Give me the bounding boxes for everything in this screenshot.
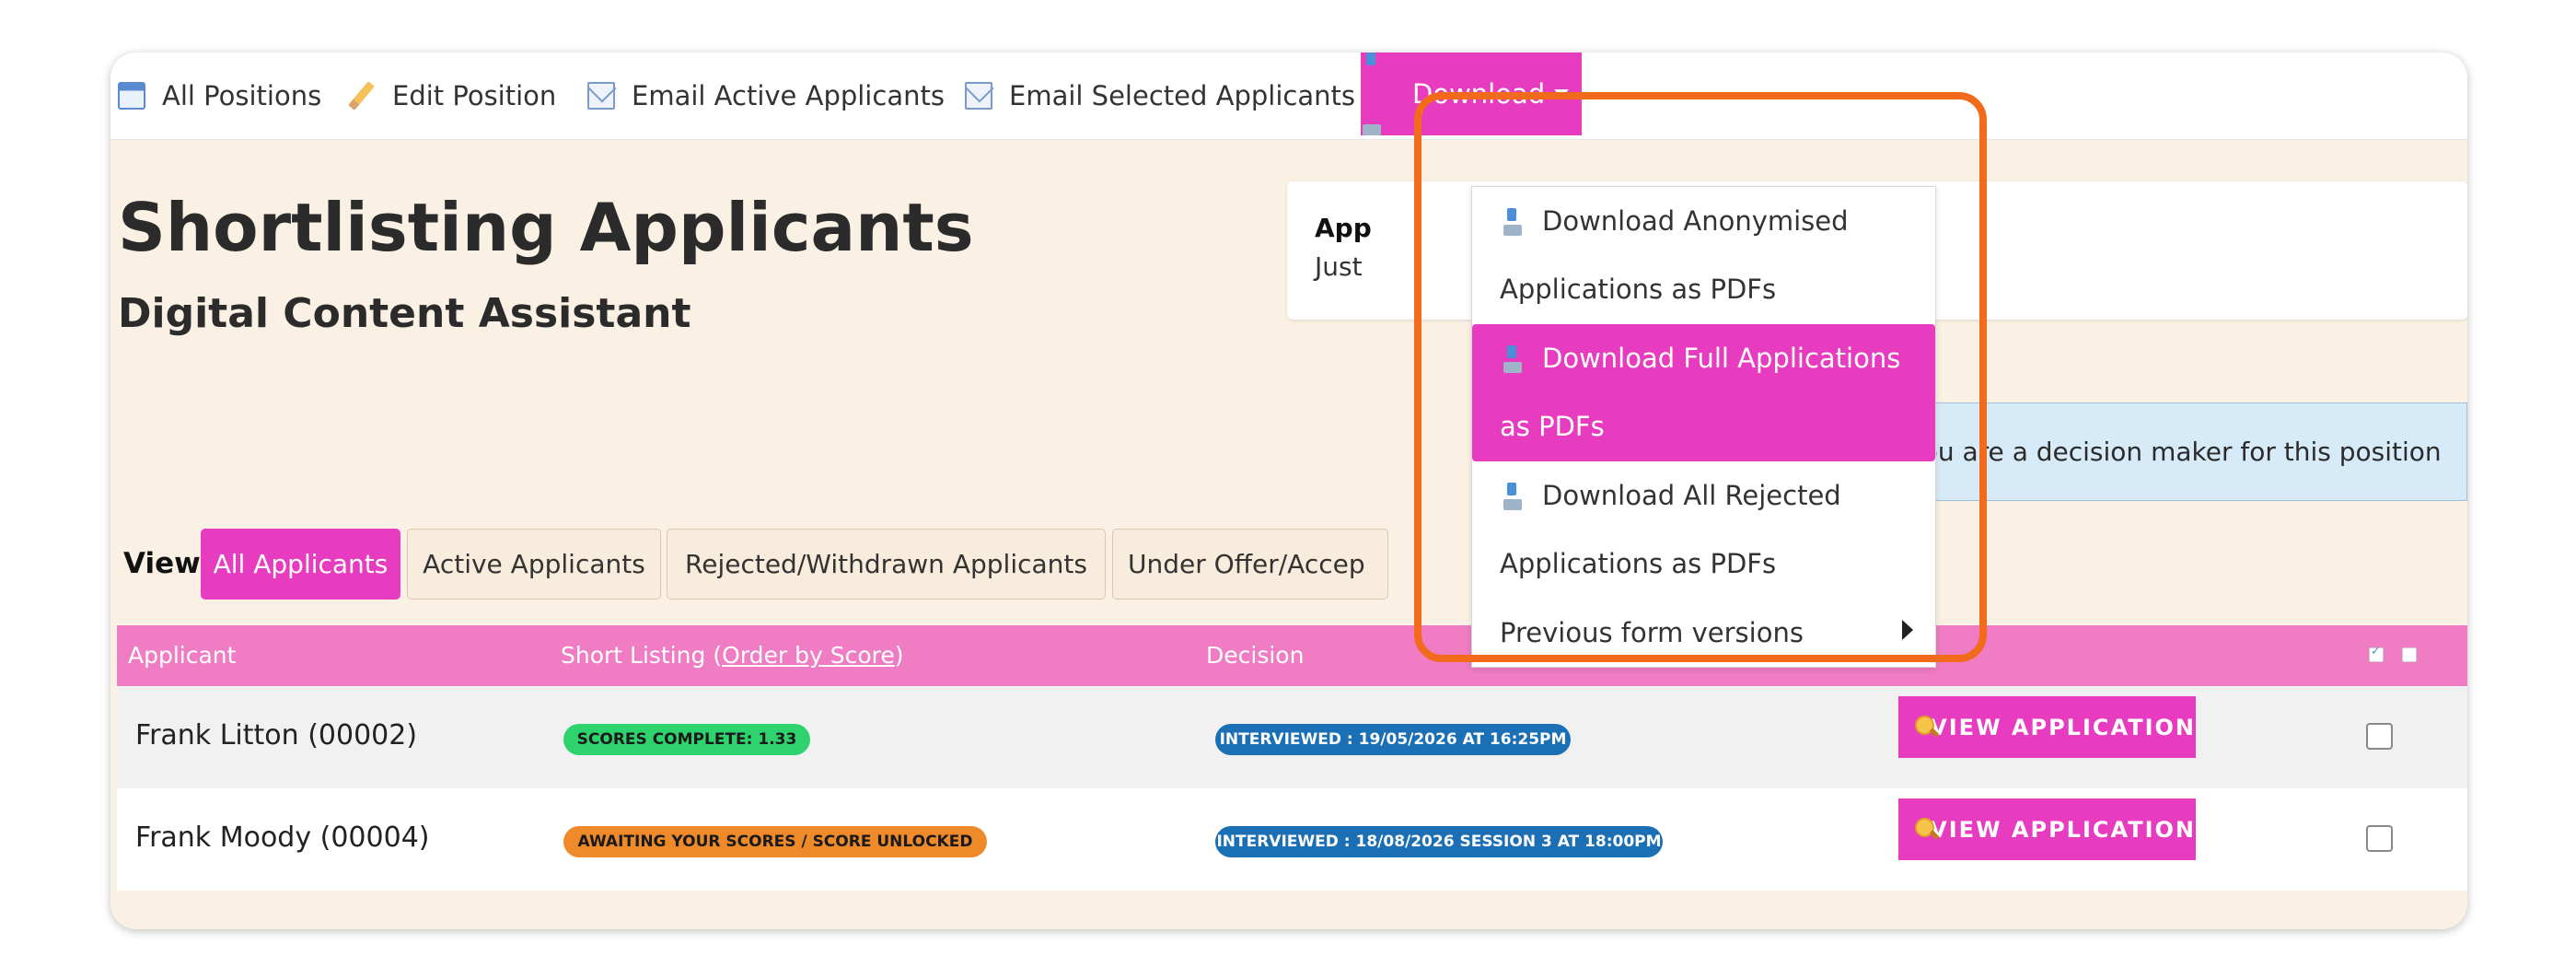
- tab-under-offer[interactable]: Under Offer/Accep: [1112, 529, 1388, 600]
- menu-item-label: Download All Rejected: [1542, 480, 1841, 511]
- decision-badge: INTERVIEWED : 18/08/2026 SESSION 3 AT 18…: [1215, 826, 1663, 857]
- menu-item-download-anonymised[interactable]: Download Anonymised Applications as PDFs: [1472, 187, 1935, 324]
- column-short-listing: Short Listing (Order by Score): [561, 642, 904, 669]
- view-label: View:: [123, 547, 213, 580]
- caret-down-icon: [1554, 89, 1569, 98]
- download-icon: [1502, 208, 1524, 236]
- view-application-button[interactable]: VIEW APPLICATION: [1898, 696, 2196, 758]
- download-icon: [1377, 80, 1399, 108]
- menu-item-label-cont: Applications as PDFs: [1500, 274, 1777, 305]
- tab-all-applicants[interactable]: All Applicants: [201, 529, 400, 600]
- menu-item-previous-form-versions[interactable]: Previous form versions: [1472, 599, 1935, 668]
- select-all-checkbox[interactable]: [2369, 645, 2384, 662]
- tab-active-applicants[interactable]: Active Applicants: [407, 529, 661, 600]
- envelope-icon: [965, 82, 992, 110]
- table-row: Frank Litton (00002) SCORES COMPLETE: 1.…: [117, 686, 2467, 788]
- menu-item-label-cont: Applications as PDFs: [1500, 548, 1777, 579]
- table-header: Applicant Short Listing (Order by Score)…: [117, 625, 2467, 686]
- pencil-icon: [348, 82, 376, 110]
- page-title: Shortlisting Applicants: [118, 189, 974, 266]
- menu-item-download-all-rejected[interactable]: Download All Rejected Applications as PD…: [1472, 461, 1935, 599]
- download-label: Download: [1412, 78, 1546, 110]
- menu-item-label: Download Full Applications: [1542, 343, 1901, 374]
- email-selected-applicants-link[interactable]: Email Selected Applicants: [965, 73, 1355, 119]
- all-positions-label: All Positions: [162, 80, 322, 111]
- deselect-all-checkbox[interactable]: [2402, 647, 2417, 662]
- applicant-name: Frank Litton (00002): [135, 719, 418, 751]
- short-listing-suffix: ): [894, 642, 904, 669]
- menu-item-label: Previous form versions: [1500, 617, 1804, 648]
- email-active-applicants-link[interactable]: Email Active Applicants: [587, 73, 945, 119]
- all-positions-link[interactable]: All Positions: [118, 73, 321, 119]
- download-icon: [1502, 483, 1524, 510]
- applicant-name: Frank Moody (00004): [135, 821, 430, 854]
- order-by-score-link[interactable]: Order by Score: [722, 642, 895, 669]
- score-status-badge: AWAITING YOUR SCORES / SCORE UNLOCKED: [563, 826, 987, 857]
- download-icon: [1502, 345, 1524, 373]
- menu-item-download-full-applications[interactable]: Download Full Applications as PDFs: [1472, 324, 1935, 461]
- score-status-badge: SCORES COMPLETE: 1.33: [563, 724, 810, 755]
- decision-badge: INTERVIEWED : 19/05/2026 AT 16:25PM: [1215, 724, 1571, 755]
- edit-position-link[interactable]: Edit Position: [348, 73, 556, 119]
- menu-item-label-cont: as PDFs: [1500, 411, 1605, 442]
- column-decision: Decision: [1206, 642, 1305, 669]
- view-application-button[interactable]: VIEW APPLICATION: [1898, 798, 2196, 860]
- row-checkbox[interactable]: [2366, 825, 2393, 852]
- info-panel-text: Just: [1315, 251, 1363, 282]
- email-selected-label: Email Selected Applicants: [1009, 80, 1355, 111]
- edit-position-label: Edit Position: [392, 80, 557, 111]
- magnifier-icon: [1915, 817, 1936, 842]
- tab-rejected-withdrawn-applicants[interactable]: Rejected/Withdrawn Applicants: [667, 529, 1106, 600]
- table-row: Frank Moody (00004) AWAITING YOUR SCORES…: [117, 788, 2467, 891]
- download-button[interactable]: Download: [1361, 52, 1582, 135]
- page-card: All Positions Edit Position Email Active…: [110, 52, 2467, 929]
- envelope-icon: [587, 82, 615, 110]
- short-listing-label: Short Listing (: [561, 642, 723, 669]
- view-application-label: VIEW APPLICATION: [1930, 714, 2196, 740]
- view-application-label: VIEW APPLICATION: [1930, 816, 2196, 843]
- row-checkbox[interactable]: [2366, 723, 2393, 750]
- position-title: Digital Content Assistant: [118, 290, 691, 337]
- toolbar: All Positions Edit Position Email Active…: [110, 52, 2467, 140]
- info-panel-heading: App: [1315, 213, 1372, 243]
- menu-item-label: Download Anonymised: [1542, 205, 1849, 237]
- window-icon: [118, 82, 145, 110]
- magnifier-icon: [1915, 715, 1936, 740]
- submenu-arrow-icon: [1902, 620, 1913, 640]
- decision-maker-notice: You are a decision maker for this positi…: [1884, 402, 2467, 501]
- download-dropdown-menu: Download Anonymised Applications as PDFs…: [1471, 186, 1936, 668]
- column-applicant: Applicant: [128, 642, 237, 669]
- email-active-label: Email Active Applicants: [632, 80, 945, 111]
